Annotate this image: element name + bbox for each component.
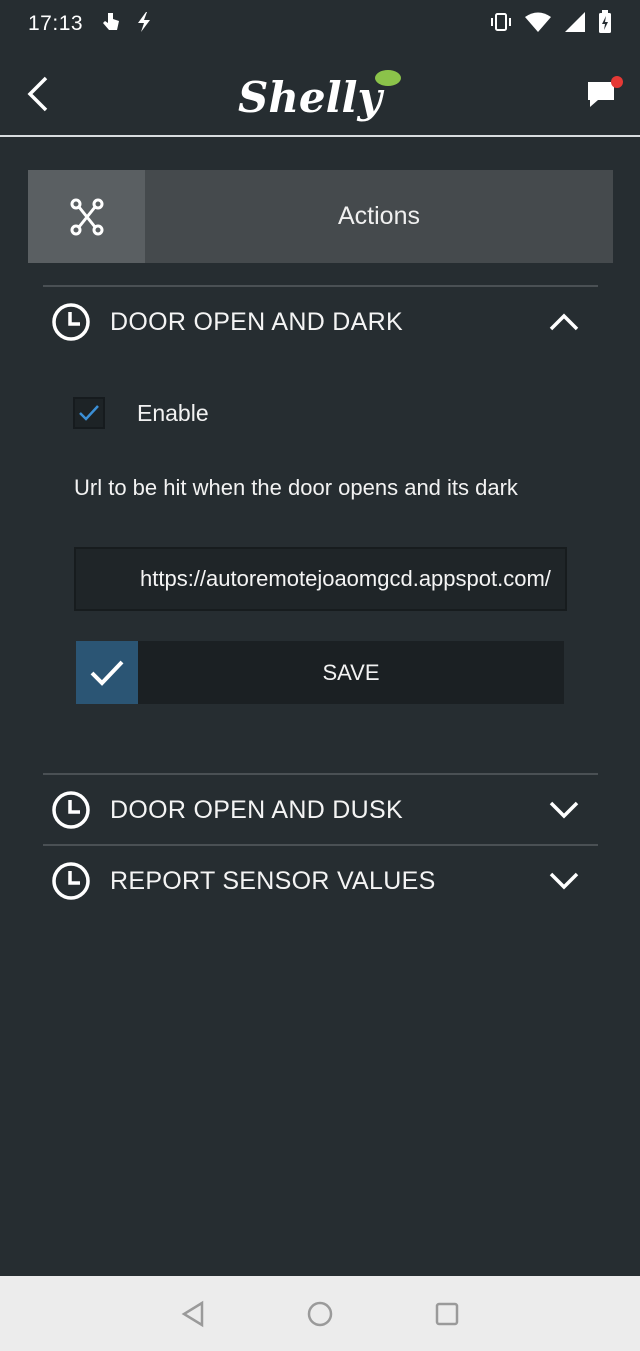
app-header: Shelly — [0, 48, 640, 137]
battery-icon — [598, 9, 612, 39]
save-label: SAVE — [322, 659, 380, 685]
section-title: DOOR OPEN AND DARK — [110, 307, 403, 336]
touch-icon — [101, 11, 121, 38]
clock-icon — [52, 303, 90, 341]
chevron-down-icon[interactable] — [548, 870, 580, 892]
tab-actions[interactable]: Actions — [28, 170, 613, 263]
section-header[interactable]: DOOR OPEN AND DUSK — [43, 775, 598, 845]
notification-dot — [611, 76, 623, 88]
chevron-left-icon — [27, 76, 48, 112]
check-icon — [79, 405, 99, 421]
back-triangle-icon[interactable] — [180, 1300, 206, 1328]
status-bar: 17:13 — [0, 0, 640, 48]
chevron-down-icon[interactable] — [548, 799, 580, 821]
clock-icon — [52, 791, 90, 829]
clock-icon — [52, 862, 90, 900]
vibrate-icon — [490, 11, 512, 38]
section-door-open-and-dark: DOOR OPEN AND DARK Enable Url to be hit … — [43, 285, 598, 773]
section-door-open-and-dusk: DOOR OPEN AND DUSK — [43, 773, 598, 845]
recents-square-icon[interactable] — [434, 1301, 460, 1327]
home-circle-icon[interactable] — [306, 1300, 334, 1328]
section-title: DOOR OPEN AND DUSK — [110, 795, 403, 824]
section-title: REPORT SENSOR VALUES — [110, 866, 436, 895]
check-icon — [90, 660, 124, 686]
status-time: 17:13 — [28, 12, 84, 35]
section-report-sensor-values: REPORT SENSOR VALUES — [43, 844, 598, 916]
actions-network-icon — [70, 198, 103, 235]
enable-checkbox[interactable] — [73, 397, 105, 429]
wifi-icon — [524, 11, 552, 38]
shelly-logo: Shelly — [234, 66, 410, 126]
signal-icon — [564, 11, 586, 38]
enable-row: Enable — [73, 397, 209, 429]
chat-button[interactable] — [584, 74, 626, 112]
chevron-up-icon[interactable] — [548, 311, 580, 333]
url-input[interactable] — [74, 547, 567, 611]
save-button[interactable]: SAVE — [76, 641, 564, 704]
url-label: Url to be hit when the door opens and it… — [74, 475, 518, 500]
save-check-box — [76, 641, 138, 704]
system-nav-bar — [0, 1276, 640, 1351]
enable-label: Enable — [137, 399, 209, 426]
chat-bubble-icon — [588, 76, 623, 107]
back-button[interactable] — [22, 74, 54, 114]
tab-label: Actions — [338, 202, 420, 230]
section-header[interactable]: DOOR OPEN AND DARK — [43, 287, 598, 357]
brand-wordmark: Shelly — [238, 73, 384, 122]
bolt-icon — [135, 11, 153, 38]
section-header[interactable]: REPORT SENSOR VALUES — [43, 846, 598, 916]
tab-icon-box — [28, 170, 145, 263]
